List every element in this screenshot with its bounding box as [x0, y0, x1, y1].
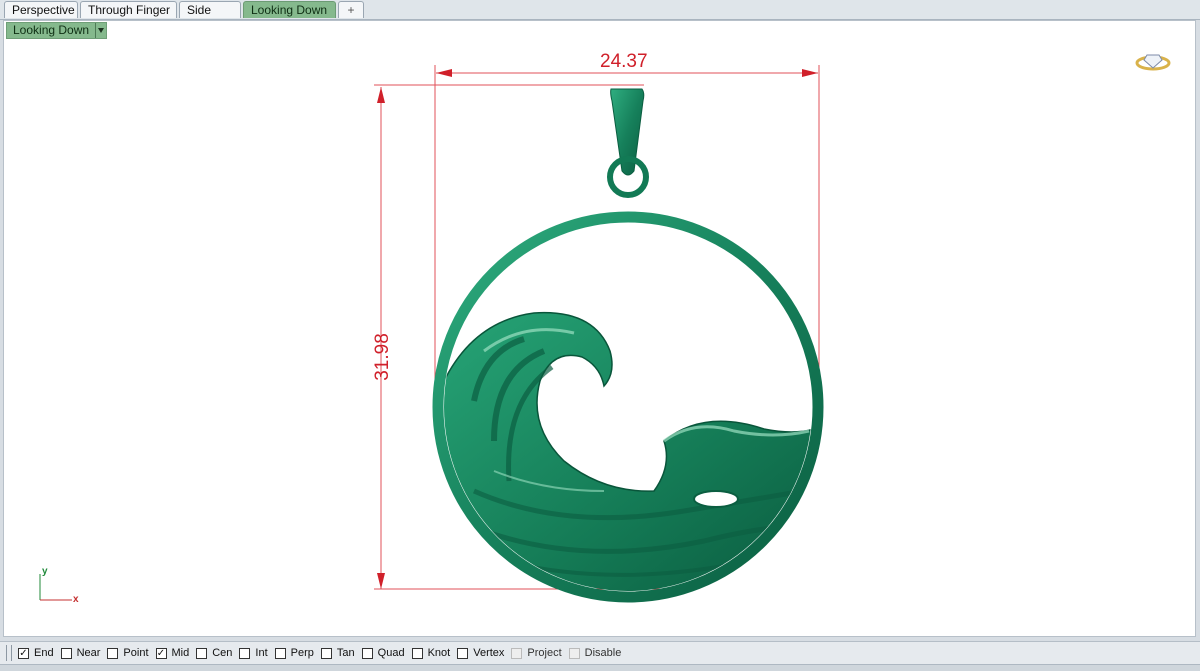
- osnap-tan-checkbox[interactable]: [320, 647, 332, 659]
- arrowhead: [377, 573, 385, 589]
- osnap-point-label: Point: [123, 647, 149, 659]
- osnap-project-checkbox[interactable]: [511, 647, 523, 659]
- osnap-int[interactable]: Int: [239, 647, 268, 659]
- viewport-tab-strip: Perspective Through Finger Side View Loo…: [0, 0, 1200, 33]
- x-axis-label: x: [73, 594, 79, 605]
- osnap-knot-checkbox[interactable]: [411, 647, 423, 659]
- osnap-cen-label: Cen: [212, 647, 233, 659]
- osnap-perp-label: Perp: [290, 647, 314, 659]
- osnap-disable[interactable]: Disable: [568, 647, 622, 659]
- osnap-near[interactable]: Near: [60, 647, 101, 659]
- osnap-near-checkbox[interactable]: [60, 647, 72, 659]
- osnap-point[interactable]: Point: [107, 647, 149, 659]
- tab-perspective[interactable]: Perspective: [4, 1, 78, 18]
- ring-logo-icon: [1135, 54, 1171, 71]
- osnap-knot-label: Knot: [427, 647, 451, 659]
- osnap-project[interactable]: Project: [511, 647, 562, 659]
- osnap-perp-checkbox[interactable]: [274, 647, 286, 659]
- osnap-vertex-label: Vertex: [473, 647, 505, 659]
- tab-through-finger[interactable]: Through Finger: [80, 1, 177, 18]
- osnap-mid-label: Mid: [171, 647, 190, 659]
- osnap-disable-label: Disable: [584, 647, 622, 659]
- osnap-tan-label: Tan: [336, 647, 355, 659]
- osnap-end[interactable]: ✓ End: [18, 647, 54, 659]
- osnap-mid[interactable]: ✓ Mid: [155, 647, 190, 659]
- osnap-end-checkbox[interactable]: ✓: [18, 647, 29, 659]
- osnap-near-label: Near: [76, 647, 101, 659]
- osnap-point-checkbox[interactable]: [107, 647, 119, 659]
- osnap-quad-checkbox[interactable]: [361, 647, 373, 659]
- osnap-perp[interactable]: Perp: [274, 647, 314, 659]
- arrowhead: [436, 69, 452, 77]
- osnap-tan[interactable]: Tan: [320, 647, 355, 659]
- osnap-cen[interactable]: Cen: [196, 647, 232, 659]
- osnap-disable-checkbox[interactable]: [568, 647, 580, 659]
- osnap-vertex[interactable]: Vertex: [457, 647, 504, 659]
- osnap-int-label: Int: [255, 647, 268, 659]
- osnap-end-label: End: [34, 647, 54, 659]
- width-dimension-value: 24.37: [600, 51, 648, 72]
- osnap-quad[interactable]: Quad: [361, 647, 405, 659]
- tab-looking-down[interactable]: Looking Down: [243, 1, 336, 18]
- osnap-project-label: Project: [527, 647, 562, 659]
- osnap-int-checkbox[interactable]: [239, 647, 251, 659]
- osnap-toolbar: ✓ End Near Point ✓ Mid Cen Int Perp Tan Qu…: [0, 641, 1200, 664]
- osnap-mid-checkbox[interactable]: ✓: [155, 647, 167, 659]
- wave-relief: [444, 311, 812, 591]
- tab-side-view[interactable]: Side View: [179, 1, 241, 33]
- osnap-cen-checkbox[interactable]: [196, 647, 208, 659]
- height-dimension-value: 31.98: [372, 333, 393, 381]
- arrowhead: [377, 87, 385, 103]
- arrowhead: [802, 69, 818, 77]
- y-axis-label: y: [42, 566, 48, 577]
- viewport-looking-down[interactable]: Looking Down 24.37 31.98 y x: [3, 20, 1196, 637]
- osnap-knot[interactable]: Knot: [411, 647, 451, 659]
- add-viewport-tab-button[interactable]: +: [338, 1, 364, 18]
- pendant-model-drawing: [374, 65, 824, 603]
- osnap-quad-label: Quad: [377, 647, 405, 659]
- osnap-vertex-checkbox[interactable]: [457, 647, 469, 659]
- toolbar-grip-handle[interactable]: [6, 645, 12, 661]
